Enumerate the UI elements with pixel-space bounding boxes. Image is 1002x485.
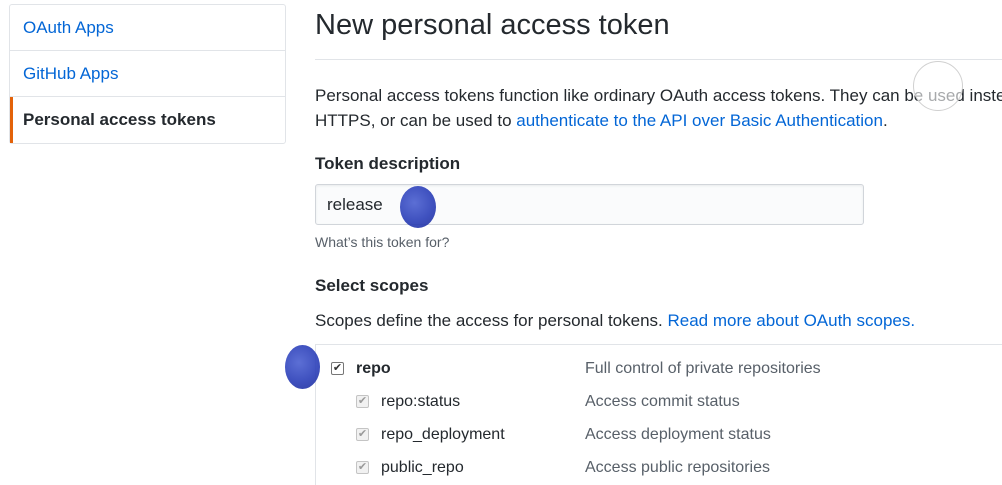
- main-content: New personal access token Personal acces…: [315, 0, 1002, 485]
- scope-desc-repo-deployment: Access deployment status: [585, 426, 771, 443]
- scope-name-public-repo: public_repo: [381, 459, 464, 476]
- page-title: New personal access token: [315, 9, 670, 41]
- scope-row-repo-status: ✔ repo:status Access commit status: [316, 393, 1002, 419]
- scope-name-repo-status: repo:status: [381, 393, 461, 410]
- scope-row-repo: ✔ repo Full control of private repositor…: [316, 360, 1002, 386]
- scope-checkbox-repo[interactable]: ✔: [331, 362, 344, 375]
- oauth-scopes-link[interactable]: Read more about OAuth scopes.: [667, 311, 915, 330]
- cursor-ring-marker: [913, 61, 963, 111]
- scopes-intro: Scopes define the access for personal to…: [315, 311, 915, 331]
- scope-checkbox-repo-deployment[interactable]: ✔: [356, 428, 369, 441]
- sidebar-item-github-apps[interactable]: GitHub Apps: [10, 51, 285, 97]
- scope-row-public-repo: ✔ public_repo Access public repositories: [316, 459, 1002, 485]
- scope-desc-public-repo: Access public repositories: [585, 459, 770, 476]
- title-divider: [315, 59, 1002, 60]
- intro-line-2-prefix: HTTPS, or can be used to: [315, 111, 517, 130]
- select-scopes-label: Select scopes: [315, 276, 429, 295]
- sidebar-item-personal-access-tokens[interactable]: Personal access tokens: [10, 97, 285, 143]
- scopes-list: ✔ repo Full control of private repositor…: [315, 344, 1002, 485]
- scopes-intro-text: Scopes define the access for personal to…: [315, 311, 668, 330]
- scope-checkbox-public-repo[interactable]: ✔: [356, 461, 369, 474]
- sidebar-item-oauth-apps[interactable]: OAuth Apps: [10, 5, 285, 51]
- settings-sidebar: OAuth Apps GitHub Apps Personal access t…: [9, 4, 286, 144]
- scope-desc-repo: Full control of private repositories: [585, 360, 821, 377]
- intro-line-2-suffix: .: [882, 111, 888, 130]
- scope-desc-repo-status: Access commit status: [585, 393, 740, 410]
- annotation-marker-input: [400, 186, 436, 228]
- token-description-input[interactable]: [315, 184, 864, 225]
- scope-name-repo-deployment: repo_deployment: [381, 426, 505, 443]
- basic-auth-link[interactable]: authenticate to the API over Basic Authe…: [516, 111, 883, 130]
- token-description-label: Token description: [315, 154, 461, 173]
- intro-text: Personal access tokens function like ord…: [315, 83, 1002, 133]
- intro-line-2: HTTPS, or can be used to authenticate to…: [315, 108, 1002, 133]
- token-description-note: What’s this token for?: [315, 234, 450, 250]
- scope-name-repo: repo: [356, 360, 391, 377]
- scope-checkbox-repo-status[interactable]: ✔: [356, 395, 369, 408]
- scope-row-repo-deployment: ✔ repo_deployment Access deployment stat…: [316, 426, 1002, 452]
- intro-line-1: Personal access tokens function like ord…: [315, 86, 1002, 105]
- annotation-marker-repo: [285, 345, 320, 389]
